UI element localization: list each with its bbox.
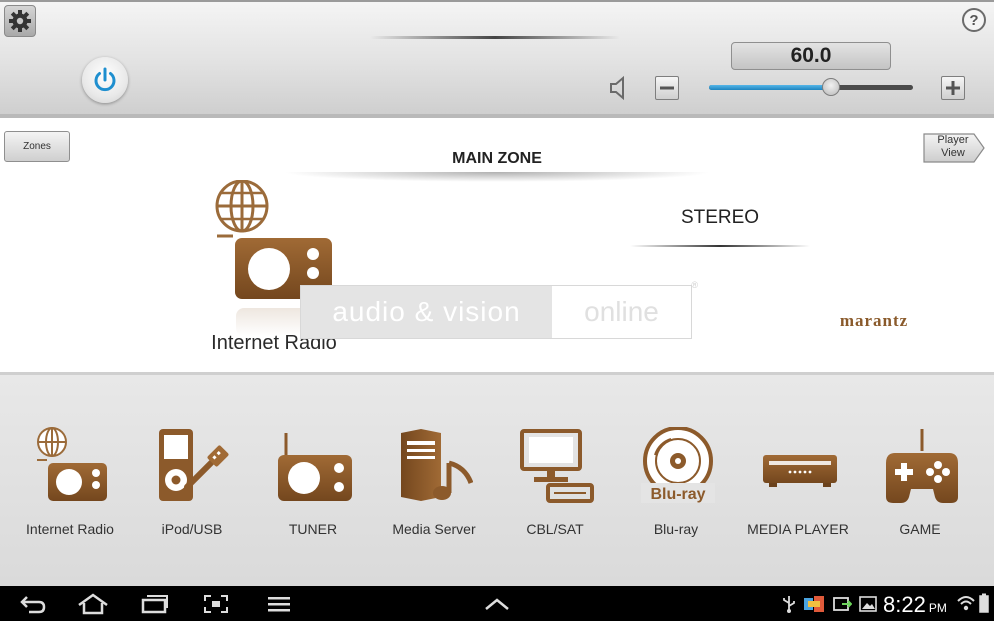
status-clock: 8:22 PM <box>883 592 947 618</box>
usb-icon <box>783 596 795 613</box>
sound-mode-label: STEREO <box>680 207 760 228</box>
source-ipod-usb[interactable]: iPod/USB <box>136 419 248 549</box>
screenshot-icon <box>204 594 228 613</box>
game-icon <box>886 429 958 503</box>
source-label: Blu-ray <box>653 521 699 537</box>
menu-button[interactable] <box>266 591 292 616</box>
source-media-player[interactable]: MEDIA PLAYER <box>742 419 854 549</box>
screenshot-button[interactable] <box>202 591 230 616</box>
volume-display: 60.0 <box>731 42 891 70</box>
ipod-usb-icon <box>159 429 229 501</box>
recent-apps-button[interactable] <box>140 591 170 616</box>
source-label: GAME <box>899 521 941 537</box>
blu-ray-icon: Blu-ray <box>641 427 715 503</box>
help-label: ? <box>969 11 979 29</box>
media-player-icon <box>763 455 837 487</box>
source-tuner[interactable]: TUNER <box>257 419 369 549</box>
watermark: audio & vision online ® <box>300 280 698 339</box>
blu-ray-logo-text: Blu-ray <box>650 486 705 503</box>
wifi-icon <box>957 596 975 611</box>
media-server-icon <box>401 429 473 501</box>
back-icon <box>20 595 46 613</box>
source-label: MEDIA PLAYER <box>747 521 849 537</box>
zone-title-underline <box>282 172 712 182</box>
clock-time: 8:22 <box>883 592 926 617</box>
volume-slider[interactable] <box>709 78 913 96</box>
source-blu-ray[interactable]: Blu-ray Blu-ray <box>620 419 732 549</box>
home-button[interactable] <box>76 591 110 616</box>
player-view-button[interactable]: Player View <box>922 131 986 165</box>
expand-tray-button[interactable] <box>484 591 510 616</box>
sync-icon <box>833 597 852 611</box>
gear-icon <box>9 10 31 32</box>
clock-ampm: PM <box>928 601 947 615</box>
speaker-mute-icon[interactable] <box>607 75 631 101</box>
image-icon <box>859 596 877 612</box>
cbl-sat-icon <box>520 429 594 503</box>
help-button[interactable]: ? <box>962 8 986 32</box>
header-divider <box>370 36 620 39</box>
power-button[interactable] <box>82 57 128 103</box>
volume-up-button[interactable] <box>941 76 965 100</box>
source-cbl-sat[interactable]: CBL/SAT <box>499 419 611 549</box>
source-label: iPod/USB <box>161 521 223 537</box>
status-icons <box>782 593 877 615</box>
app-notification-icon <box>804 596 824 612</box>
recent-apps-icon <box>141 594 168 613</box>
volume-slider-fill <box>709 85 831 90</box>
source-game[interactable]: GAME <box>864 419 976 549</box>
internet-radio-icon <box>37 427 107 501</box>
main-zone-panel: Zones Player View MAIN ZONE Internet Rad… <box>0 118 994 372</box>
source-label: Media Server <box>392 521 476 537</box>
zones-button[interactable]: Zones <box>4 131 70 162</box>
watermark-registered-mark: ® <box>691 280 698 290</box>
watermark-left-text: audio & vision <box>301 286 552 338</box>
source-label: Internet Radio <box>26 521 114 537</box>
chevron-up-icon <box>485 597 509 610</box>
marantz-logo: marantz <box>839 311 909 330</box>
source-media-server[interactable]: Media Server <box>378 419 490 549</box>
source-internet-radio[interactable]: Internet Radio <box>14 419 126 549</box>
zone-title: MAIN ZONE <box>452 150 542 167</box>
tuner-icon <box>278 433 352 501</box>
volume-slider-knob[interactable] <box>822 78 840 96</box>
internet-radio-icon <box>215 180 332 299</box>
player-view-label: Player View <box>937 134 969 159</box>
battery-icon <box>979 593 989 613</box>
home-icon <box>78 592 108 614</box>
settings-button[interactable] <box>4 5 36 37</box>
watermark-right-text: online <box>584 296 659 327</box>
sound-mode-underline <box>630 245 810 247</box>
power-icon <box>94 67 116 92</box>
source-selector-bar: Internet Radio iPod/USB TUNER Media Serv… <box>0 372 994 586</box>
source-label: TUNER <box>288 521 338 537</box>
menu-icon <box>268 596 290 611</box>
back-button[interactable] <box>18 591 48 616</box>
volume-down-button[interactable] <box>655 76 679 100</box>
top-control-bar: ? 60.0 <box>0 0 994 118</box>
system-nav-bar: 8:22 PM <box>0 586 994 621</box>
plus-icon <box>946 81 960 95</box>
minus-icon <box>660 86 674 90</box>
source-label: CBL/SAT <box>526 521 584 537</box>
